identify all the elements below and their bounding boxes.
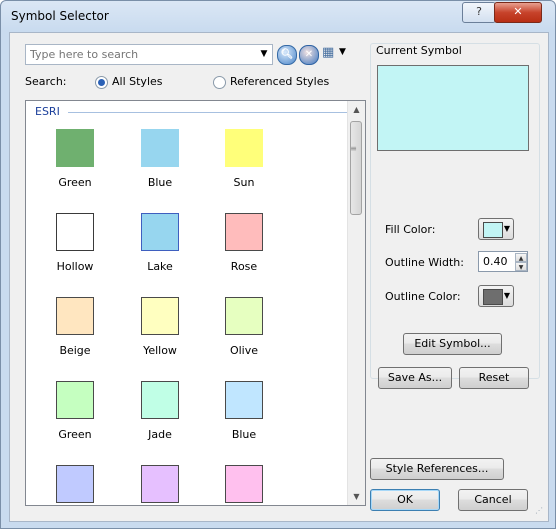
style-references-button[interactable]: Style References...: [370, 458, 504, 480]
fill-color-label: Fill Color:: [385, 223, 436, 236]
search-scope-label: Search:: [25, 75, 67, 88]
symbol-swatch: [225, 213, 263, 251]
style-group-label: ESRI: [35, 105, 60, 118]
ok-button[interactable]: OK: [370, 489, 440, 511]
outline-color-button[interactable]: ▼: [478, 285, 514, 307]
search-go-icon[interactable]: 🔍︎: [277, 45, 297, 65]
symbol-item[interactable]: Green: [32, 129, 118, 199]
close-button[interactable]: ✕: [494, 2, 542, 23]
chevron-down-icon: ▼: [503, 224, 511, 233]
symbol-item[interactable]: Hollow: [32, 213, 118, 283]
symbol-name: Yellow: [143, 344, 177, 357]
symbol-item[interactable]: Yellow: [117, 297, 203, 367]
symbol-item[interactable]: [117, 465, 203, 505]
symbol-swatch: [56, 297, 94, 335]
title-bar[interactable]: Symbol Selector ? ✕: [1, 1, 555, 33]
scroll-down-icon[interactable]: ▼: [348, 488, 365, 505]
scroll-thumb[interactable]: [350, 121, 362, 215]
group-divider: [68, 112, 347, 113]
symbol-name: Sun: [233, 176, 255, 189]
symbol-item[interactable]: Rose: [201, 213, 287, 283]
symbol-name: Green: [58, 428, 92, 441]
symbol-name: Beige: [59, 344, 91, 357]
symbol-item[interactable]: Beige: [32, 297, 118, 367]
save-as-button[interactable]: Save As...: [378, 367, 452, 389]
symbol-item[interactable]: [32, 465, 118, 505]
symbol-swatch: [225, 129, 263, 167]
grid-view-icon: ▦: [322, 45, 335, 60]
scroll-up-icon[interactable]: ▲: [348, 101, 365, 118]
help-button[interactable]: ?: [462, 2, 496, 23]
current-symbol-title: Current Symbol: [374, 44, 464, 57]
symbol-name: Lake: [147, 260, 173, 273]
symbol-item[interactable]: Blue: [117, 129, 203, 199]
search-dropdown-arrow-icon[interactable]: ▼: [258, 46, 270, 62]
chevron-down-icon: ▼: [503, 291, 511, 300]
outline-color-swatch: [483, 289, 503, 305]
symbol-item[interactable]: Olive: [201, 297, 287, 367]
symbol-swatch: [56, 381, 94, 419]
symbol-name: Olive: [229, 344, 259, 357]
decrement-icon[interactable]: ▼: [515, 262, 527, 271]
outline-width-input[interactable]: [483, 255, 511, 268]
view-options-button[interactable]: ▦ ▼: [322, 45, 348, 63]
edit-symbol-button[interactable]: Edit Symbol...: [403, 333, 502, 355]
fill-color-swatch: [483, 222, 503, 238]
resize-grip-icon[interactable]: ⋰: [535, 507, 545, 518]
fill-color-button[interactable]: ▼: [478, 218, 514, 240]
symbol-item[interactable]: Sun: [201, 129, 287, 199]
symbol-swatch: [56, 465, 94, 503]
symbol-name: Blue: [231, 428, 257, 441]
scroll-grip-icon: ≡: [350, 144, 357, 153]
outline-color-label: Outline Color:: [385, 290, 461, 303]
symbol-swatch: [225, 381, 263, 419]
symbol-item[interactable]: Lake: [117, 213, 203, 283]
outline-width-label: Outline Width:: [385, 256, 464, 269]
symbol-item[interactable]: Green: [32, 381, 118, 451]
symbol-swatch: [141, 465, 179, 503]
radio-all-styles[interactable]: [95, 76, 108, 89]
reset-button[interactable]: Reset: [459, 367, 529, 389]
radio-referenced-styles[interactable]: [213, 76, 226, 89]
increment-icon[interactable]: ▲: [515, 253, 527, 262]
current-symbol-preview: [377, 65, 529, 151]
search-input[interactable]: [30, 47, 235, 61]
radio-referenced-styles-label[interactable]: Referenced Styles: [230, 75, 329, 88]
search-combobox[interactable]: ▼: [25, 44, 273, 65]
symbol-name: Rose: [230, 260, 258, 273]
symbol-selector-window: Symbol Selector ? ✕ ▼ 🔍︎ ✕ ▦ ▼ Search: A…: [0, 0, 556, 529]
symbol-swatch: [141, 213, 179, 251]
clear-search-icon[interactable]: ✕: [299, 45, 319, 65]
symbol-item[interactable]: [201, 465, 287, 505]
symbol-name: Blue: [147, 176, 173, 189]
symbol-swatch: [225, 297, 263, 335]
symbol-swatch: [141, 381, 179, 419]
symbol-item[interactable]: Blue: [201, 381, 287, 451]
symbol-swatch: [56, 129, 94, 167]
window-title: Symbol Selector: [11, 9, 109, 23]
symbol-gallery[interactable]: ESRI Green Blue Sun Hollow Lake Rose Beige Yell…: [25, 100, 366, 506]
symbol-swatch: [225, 465, 263, 503]
symbol-name: Hollow: [56, 260, 94, 273]
symbol-swatch: [141, 129, 179, 167]
outline-width-stepper[interactable]: ▲ ▼: [478, 251, 528, 272]
radio-all-styles-label[interactable]: All Styles: [112, 75, 163, 88]
symbol-swatch: [141, 297, 179, 335]
symbol-name: Green: [58, 176, 92, 189]
gallery-scrollbar[interactable]: ▲ ≡ ▼: [347, 101, 365, 505]
symbol-item[interactable]: Jade: [117, 381, 203, 451]
dialog-body: ▼ 🔍︎ ✕ ▦ ▼ Search: All Styles Referenced…: [9, 32, 549, 522]
symbol-name: Jade: [148, 428, 172, 441]
symbol-swatch: [56, 213, 94, 251]
chevron-down-icon: ▼: [339, 47, 346, 57]
cancel-button[interactable]: Cancel: [458, 489, 528, 511]
